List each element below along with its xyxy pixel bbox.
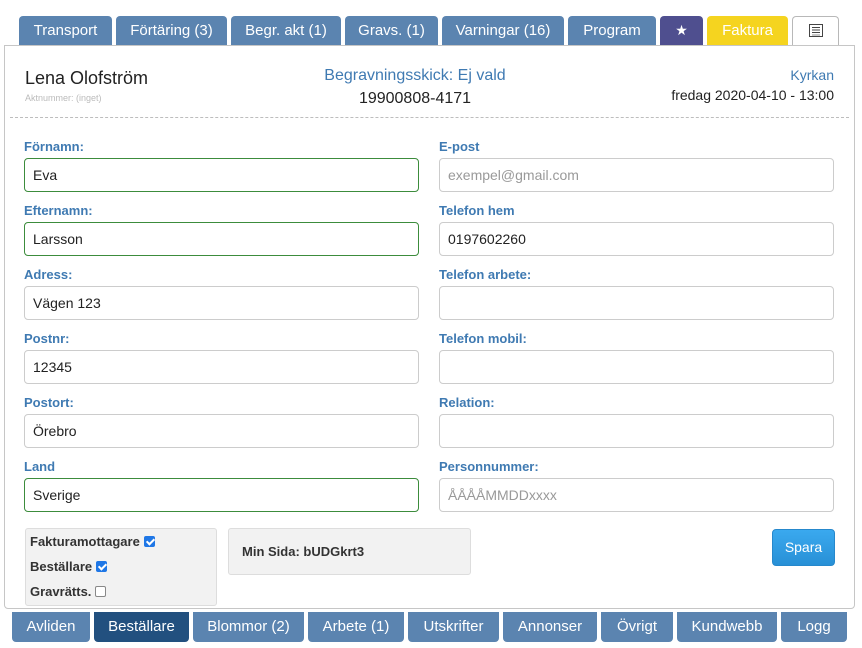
tab-transport[interactable]: Transport	[19, 16, 112, 45]
last-name-field[interactable]	[24, 222, 419, 256]
phone-work-label: Telefon arbete:	[439, 267, 532, 282]
postal-code-field[interactable]	[24, 350, 419, 384]
email-label: E-post	[439, 139, 480, 154]
ssn-label: Personnummer:	[439, 459, 539, 474]
city-label: Postort:	[24, 395, 74, 410]
ceremony-location[interactable]: Kyrkan	[790, 67, 834, 83]
phone-home-label: Telefon hem	[439, 203, 515, 218]
country-label: Land	[24, 459, 56, 474]
address-label: Adress:	[24, 267, 73, 282]
phone-mobile-field[interactable]	[439, 350, 834, 384]
tab-faktura[interactable]: Faktura	[707, 16, 788, 45]
orderer-row: Beställare	[30, 559, 108, 574]
tab-avliden[interactable]: Avliden	[12, 612, 90, 642]
grave-rights-row: Gravrätts.	[30, 584, 107, 599]
tab-arbete[interactable]: Arbete (1)	[308, 612, 404, 642]
email-field[interactable]	[439, 158, 834, 192]
tab-program[interactable]: Program	[568, 16, 656, 45]
last-name-label: Efternamn:	[24, 203, 93, 218]
tab-logg[interactable]: Logg	[781, 612, 847, 642]
orderer-label: Beställare	[30, 559, 93, 574]
tab-fortaring[interactable]: Förtäring (3)	[116, 16, 227, 45]
tab-gravs[interactable]: Gravs. (1)	[345, 16, 438, 45]
tab-annonser[interactable]: Annonser	[503, 612, 597, 642]
account-number: Aktnummer: (inget)	[25, 93, 102, 103]
header-divider	[10, 117, 849, 118]
ceremony-type[interactable]: Begravningsskick: Ej vald	[255, 67, 575, 85]
first-name-field[interactable]	[24, 158, 419, 192]
address-field[interactable]	[24, 286, 419, 320]
first-name-label: Förnamn:	[24, 139, 84, 154]
save-button[interactable]: Spara	[772, 529, 835, 566]
min-sida-code: bUDGkrt3	[303, 544, 365, 559]
city-field[interactable]	[24, 414, 419, 448]
contact-panel: Lena Olofström Aktnummer: (inget) Begrav…	[4, 45, 855, 609]
phone-mobile-label: Telefon mobil:	[439, 331, 527, 346]
tab-utskrifter[interactable]: Utskrifter	[408, 612, 499, 642]
tab-kundwebb[interactable]: Kundwebb	[677, 612, 777, 642]
phone-home-field[interactable]	[439, 222, 834, 256]
phone-work-field[interactable]	[439, 286, 834, 320]
min-sida-label: Min Sida:	[242, 544, 300, 559]
invoice-recipient-row: Fakturamottagare	[30, 534, 155, 549]
grave-rights-checkbox[interactable]	[95, 586, 107, 597]
role-checkboxes: Fakturamottagare Beställare Gravrätts.	[25, 528, 217, 606]
tab-blommor[interactable]: Blommor (2)	[193, 612, 304, 642]
ceremony-datetime: fredag 2020-04-10 - 13:00	[671, 87, 834, 103]
grave-rights-label: Gravrätts.	[30, 584, 92, 599]
postal-code-label: Postnr:	[24, 331, 70, 346]
relation-label: Relation:	[439, 395, 495, 410]
tab-varningar[interactable]: Varningar (16)	[442, 16, 564, 45]
tab-favorites[interactable]: ★	[660, 16, 703, 45]
relation-field[interactable]	[439, 414, 834, 448]
personal-number: 19900808-4171	[358, 90, 472, 107]
document-list-icon	[808, 24, 823, 37]
country-field[interactable]	[24, 478, 419, 512]
tab-begr-akt[interactable]: Begr. akt (1)	[231, 16, 341, 45]
star-icon: ★	[675, 22, 688, 38]
deceased-name: Lena Olofström	[25, 68, 149, 88]
tab-bestallare[interactable]: Beställare	[94, 612, 189, 642]
tab-document[interactable]	[792, 16, 839, 45]
tab-ovrigt[interactable]: Övrigt	[601, 612, 673, 642]
min-sida-box: Min Sida: bUDGkrt3	[228, 528, 471, 575]
ssn-field[interactable]	[439, 478, 834, 512]
bottom-tab-bar: Avliden Beställare Blommor (2) Arbete (1…	[0, 610, 862, 648]
invoice-recipient-label: Fakturamottagare	[30, 534, 140, 549]
orderer-checkbox[interactable]	[96, 561, 108, 572]
invoice-recipient-checkbox[interactable]	[143, 536, 155, 547]
